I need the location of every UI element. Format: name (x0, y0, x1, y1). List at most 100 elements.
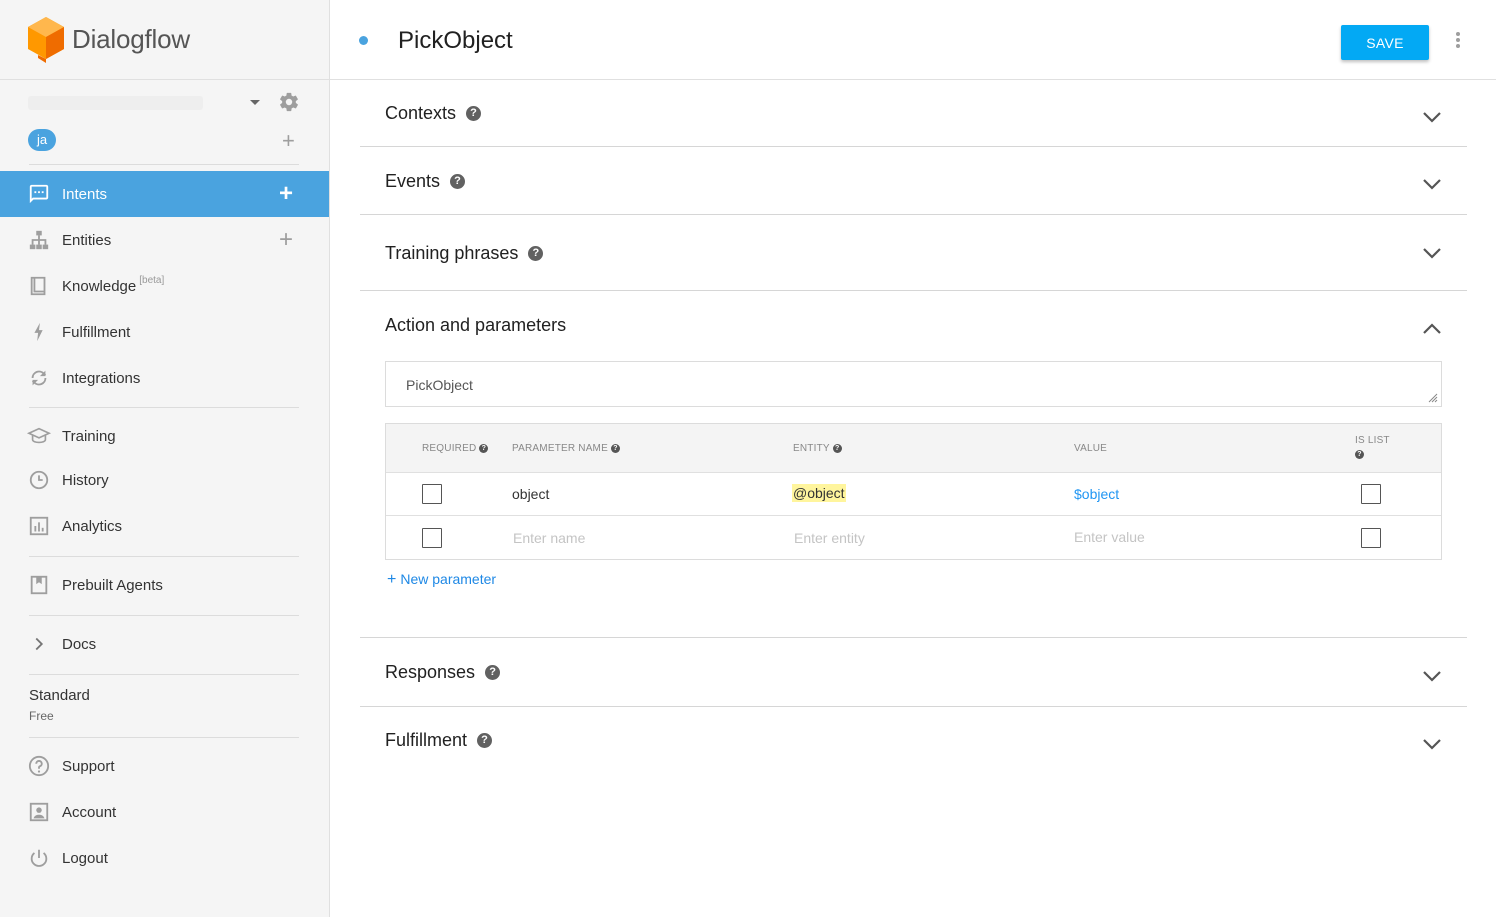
section-action-parameters[interactable]: Action and parameters (360, 291, 1467, 341)
caret-down-icon[interactable] (250, 100, 260, 105)
sync-icon (31, 370, 47, 386)
chevron-down-icon[interactable] (1422, 738, 1442, 750)
divider (29, 407, 299, 408)
help-icon[interactable]: ? (477, 733, 493, 748)
power-icon (30, 849, 48, 867)
section-title: Action and parameters (385, 315, 567, 335)
chevron-down-icon[interactable] (1422, 247, 1442, 259)
lightning-icon (34, 322, 43, 342)
brand-name: Dialogflow (72, 24, 190, 54)
hierarchy-icon (29, 230, 49, 250)
sidebar-item-integrations[interactable]: Integrations (0, 355, 329, 401)
required-checkbox[interactable] (422, 484, 442, 504)
divider (29, 674, 299, 675)
help-icon[interactable]: ? (485, 665, 501, 680)
add-language-icon[interactable]: + (282, 128, 295, 154)
required-checkbox[interactable] (422, 528, 442, 548)
help-icon[interactable]: ? (450, 174, 466, 189)
divider (29, 737, 299, 738)
is-list-checkbox[interactable] (1361, 484, 1381, 504)
language-badge[interactable]: ja (28, 129, 57, 151)
help-icon[interactable]: ? (479, 444, 489, 453)
table-row: Enter name Enter entity Enter value (386, 515, 1441, 558)
sidebar-item-label: Knowledge [beta] (62, 274, 165, 295)
book-icon (30, 276, 46, 296)
sidebar-item-label: History (62, 471, 109, 489)
section-events[interactable]: Events? (360, 147, 1467, 214)
intent-title[interactable]: PickObject (398, 27, 513, 55)
entity-cell[interactable]: @object (792, 484, 846, 502)
bookmark-book-icon (30, 575, 48, 595)
chevron-up-icon[interactable] (1422, 323, 1442, 335)
sidebar-item-intents[interactable]: Intents + (0, 171, 329, 217)
plan-info[interactable]: Standard Free (29, 687, 90, 723)
table-header: REQUIRED? PARAMETER NAME? ENTITY? VALUE … (386, 424, 1441, 473)
help-icon[interactable]: ? (466, 106, 482, 121)
help-circle-icon (28, 755, 50, 777)
sidebar-item-label: Prebuilt Agents (62, 576, 163, 594)
sidebar-item-label: Logout (62, 849, 108, 867)
add-intent-icon[interactable]: + (279, 182, 293, 206)
section-responses[interactable]: Responses? (360, 638, 1467, 706)
section-title: Training phrases? (385, 243, 544, 264)
sidebar-item-support[interactable]: Support (0, 743, 329, 789)
chevron-down-icon[interactable] (1422, 670, 1442, 682)
sidebar-item-entities[interactable]: Entities + (0, 217, 329, 263)
logo-row[interactable]: Dialogflow (0, 0, 329, 80)
sidebar-item-label: Docs (62, 635, 97, 653)
help-icon[interactable]: ? (832, 444, 842, 453)
divider (29, 164, 299, 165)
language-row: ja + (28, 128, 310, 154)
sidebar-item-docs[interactable]: Docs (0, 621, 329, 667)
resize-handle-icon[interactable] (1428, 393, 1438, 403)
sidebar-item-training[interactable]: Training (0, 413, 329, 459)
chevron-right-icon (35, 637, 44, 651)
add-entity-icon[interactable]: + (279, 228, 293, 252)
account-box-icon (29, 802, 49, 822)
action-name-input[interactable]: PickObject (385, 361, 1442, 407)
is-list-checkbox[interactable] (1361, 528, 1381, 548)
dialogflow-logo-icon (28, 16, 64, 63)
section-title: Responses? (385, 662, 501, 683)
sidebar-item-logout[interactable]: Logout (0, 835, 329, 881)
main-content: PickObject SAVE Contexts? Events? Traini… (330, 0, 1496, 917)
sidebar-item-label: Support (62, 757, 115, 775)
sidebar-item-label: Entities (62, 231, 112, 249)
unsaved-indicator-dot (359, 36, 368, 45)
new-parameter-link[interactable]: + New parameter (387, 571, 496, 589)
sidebar-item-knowledge[interactable]: Knowledge [beta] (0, 263, 329, 309)
sidebar-item-fulfillment[interactable]: Fulfillment (0, 309, 329, 355)
value-cell[interactable]: $object (1074, 486, 1119, 502)
entity-input[interactable]: Enter entity (794, 530, 865, 546)
chevron-down-icon[interactable] (1422, 111, 1442, 123)
sidebar-item-analytics[interactable]: Analytics (0, 503, 329, 549)
value-input[interactable]: Enter value (1074, 529, 1145, 545)
parameter-name-input[interactable]: Enter name (513, 530, 585, 546)
parameters-table: REQUIRED? PARAMETER NAME? ENTITY? VALUE … (385, 423, 1442, 560)
parameter-name-cell[interactable]: object (512, 486, 549, 502)
chat-bubble-icon (29, 184, 49, 204)
more-vert-icon[interactable] (1455, 32, 1461, 50)
section-contexts[interactable]: Contexts? (360, 80, 1467, 146)
divider (29, 615, 299, 616)
save-button[interactable]: SAVE (1341, 25, 1429, 60)
section-fulfillment[interactable]: Fulfillment? (360, 707, 1467, 775)
column-header-value: VALUE (1074, 443, 1108, 454)
chevron-down-icon[interactable] (1422, 178, 1442, 190)
table-row: object @object $object (386, 473, 1441, 516)
help-icon[interactable]: ? (1355, 450, 1364, 459)
sidebar-item-account[interactable]: Account (0, 789, 329, 835)
agent-selector[interactable] (28, 90, 310, 118)
gear-icon[interactable] (278, 91, 300, 113)
sidebar-item-prebuilt-agents[interactable]: Prebuilt Agents (0, 562, 329, 608)
section-title: Events? (385, 171, 466, 192)
plan-tier: Free (29, 709, 54, 723)
plan-name: Standard (29, 687, 90, 704)
sidebar-item-history[interactable]: History (0, 457, 329, 503)
section-training-phrases[interactable]: Training phrases? (360, 215, 1467, 290)
section-title: Fulfillment? (385, 730, 493, 751)
column-header-required: REQUIRED? (422, 443, 489, 454)
help-icon[interactable]: ? (610, 444, 620, 453)
intent-header: PickObject SAVE (330, 0, 1496, 80)
help-icon[interactable]: ? (528, 246, 544, 261)
